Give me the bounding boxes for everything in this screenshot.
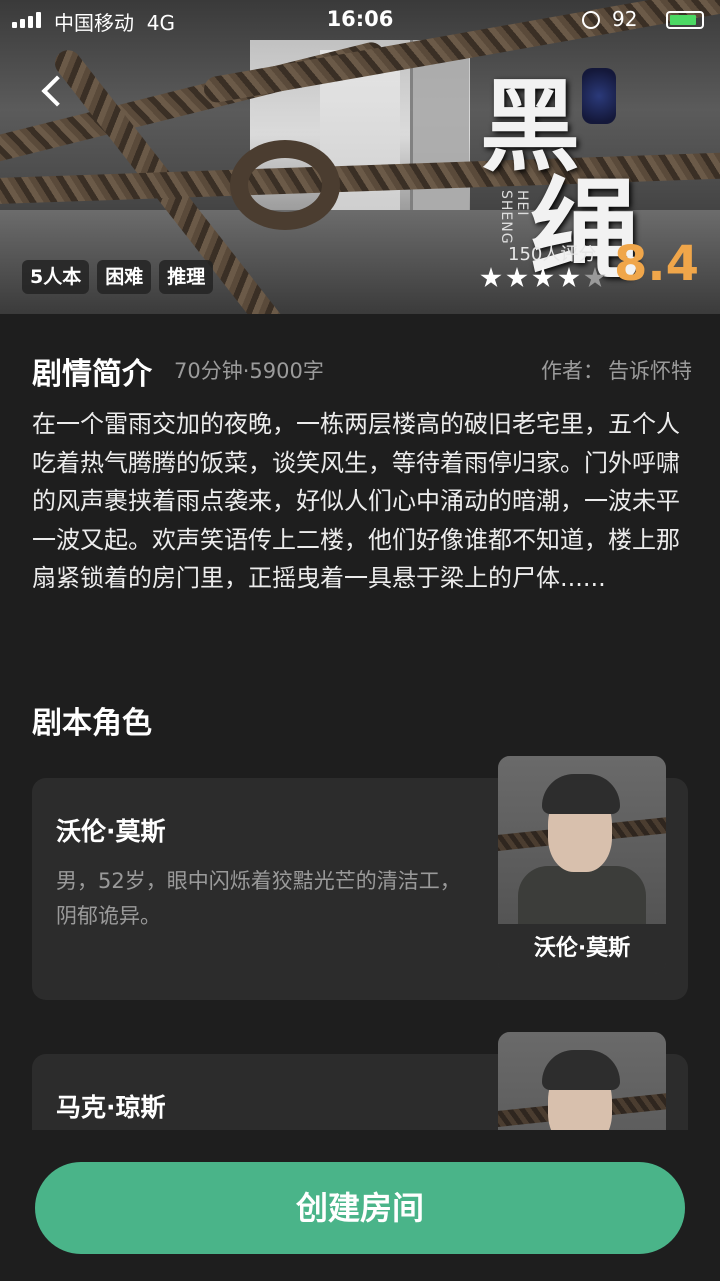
star-icon [480, 267, 502, 288]
portrait-image [498, 1032, 666, 1130]
role-portrait[interactable]: 沃伦·莫斯 [498, 756, 666, 974]
star-icon [506, 267, 528, 288]
tag-genre: 推理 [159, 260, 214, 294]
role-description: 男，52岁，眼中闪烁着狡黠光芒的清洁工，阴郁诡异。 [56, 869, 461, 928]
lock-rotation-icon [582, 11, 600, 29]
back-button[interactable] [32, 70, 72, 116]
roles-title: 剧本角色 [32, 706, 152, 741]
script-title-logo: 黑 绳 HEI SHENG [470, 40, 670, 294]
tag-difficulty: 困难 [97, 260, 152, 294]
star-icon [584, 267, 606, 288]
role-list: 沃伦·莫斯 男，52岁，眼中闪烁着狡黠光芒的清洁工，阴郁诡异。 沃伦·莫斯 马克… [0, 740, 720, 1130]
tag-list: 5人本 困难 推理 [22, 260, 214, 294]
seal-logo [582, 68, 616, 124]
bottom-action-bar: 创建房间 [0, 1130, 720, 1281]
synopsis-title: 剧情简介 [32, 357, 152, 392]
synopsis-meta: 70分钟·5900字 [174, 359, 324, 383]
rating-count: 150人评分 [508, 244, 597, 265]
star-icon [558, 267, 580, 288]
hero-banner: 中国移动 4G 16:06 92 黑 绳 HEI SHENG 5人本 困难 推理… [0, 0, 720, 314]
star-rating [480, 267, 606, 289]
synopsis-header: 剧情简介 70分钟·5900字 作者： 告诉怀特 [32, 345, 692, 392]
battery-percent: 92 [612, 7, 638, 31]
author-name: 告诉怀特 [608, 359, 692, 383]
role-portrait[interactable] [498, 1032, 666, 1130]
author-label: 作者： [541, 359, 604, 383]
portrait-image [498, 756, 666, 926]
status-bar: 中国移动 4G 16:06 92 [0, 0, 720, 40]
role-name: 马克·琼斯 [56, 1093, 166, 1122]
knot-art [230, 140, 340, 230]
synopsis-text: 在一个雷雨交加的夜晚，一栋两层楼高的破旧老宅里，五个人吃着热气腾腾的饭菜，谈笑风… [32, 410, 680, 592]
portrait-label: 沃伦·莫斯 [498, 924, 666, 974]
role-name: 沃伦·莫斯 [56, 817, 166, 846]
author-info[interactable]: 作者： 告诉怀特 [537, 355, 692, 385]
battery-icon [666, 11, 704, 29]
create-room-button[interactable]: 创建房间 [35, 1162, 685, 1254]
rating-score: 8.4 [614, 236, 700, 292]
tag-players: 5人本 [22, 260, 90, 294]
star-icon [532, 267, 554, 288]
